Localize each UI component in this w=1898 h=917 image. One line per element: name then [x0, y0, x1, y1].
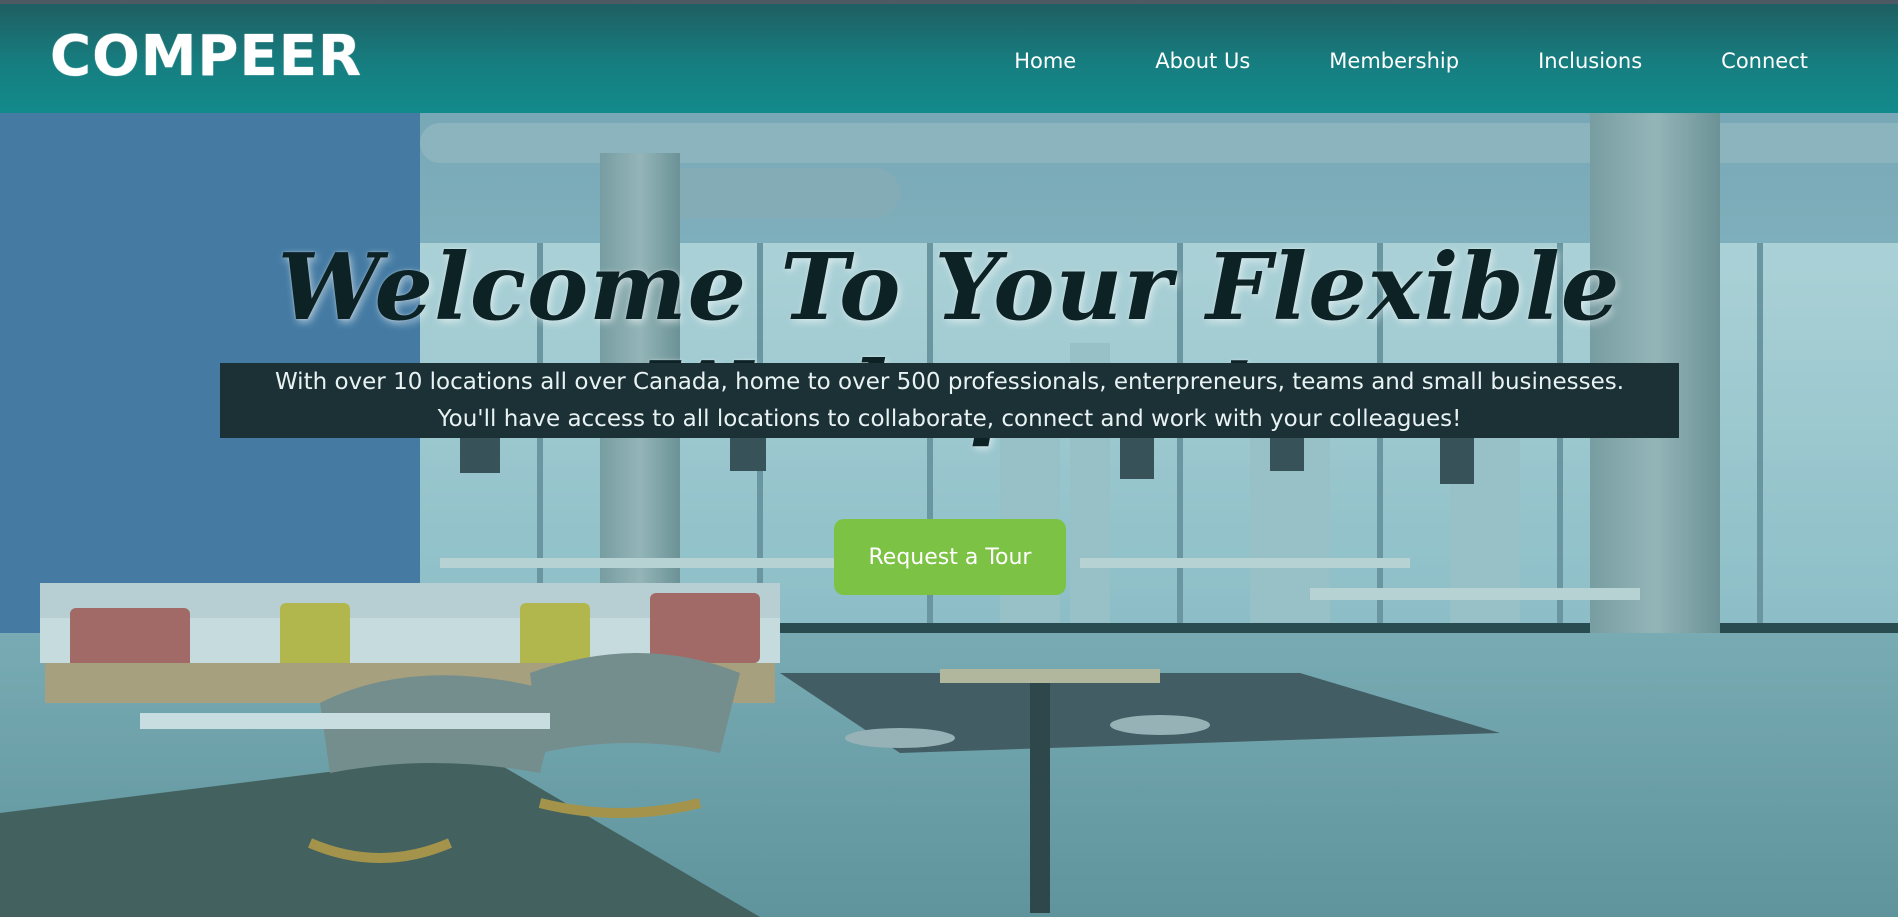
hero-subtitle-line-1: With over 10 locations all over Canada, …	[274, 369, 1625, 395]
main-nav: Home About Us Membership Inclusions Conn…	[935, 4, 1808, 117]
request-tour-button[interactable]: Request a Tour	[834, 519, 1066, 595]
nav-about-us[interactable]: About Us	[1155, 49, 1250, 73]
compeer-logo[interactable]: COMPEER	[50, 24, 370, 90]
nav-home[interactable]: Home	[1014, 49, 1076, 73]
nav-inclusions[interactable]: Inclusions	[1538, 49, 1642, 73]
hero-subtitle-box: With over 10 locations all over Canada, …	[220, 363, 1679, 438]
nav-membership[interactable]: Membership	[1329, 49, 1459, 73]
nav-connect[interactable]: Connect	[1721, 49, 1808, 73]
site-header: COMPEER Home About Us Membership Inclusi…	[0, 0, 1898, 113]
hero-section: Welcome To Your Flexible Workspace! With…	[0, 113, 1898, 917]
hero-subtitle-line-2: You'll have access to all locations to c…	[437, 406, 1462, 432]
